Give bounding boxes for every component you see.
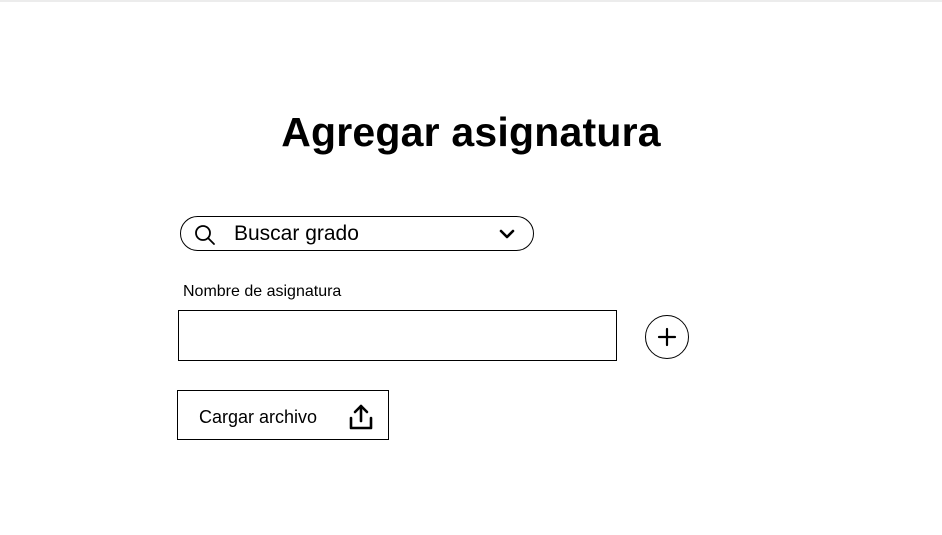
top-divider <box>0 0 942 2</box>
search-icon <box>195 225 215 245</box>
upload-file-label: Cargar archivo <box>199 407 318 427</box>
add-subject-button[interactable] <box>645 315 689 359</box>
chevron-down-icon[interactable] <box>499 227 515 241</box>
upload-file-button[interactable]: Cargar archivo <box>177 390 389 440</box>
grade-select-value: Buscar grado <box>234 222 359 245</box>
page-title: Agregar asignatura <box>281 109 661 155</box>
subject-name-input[interactable] <box>178 310 617 361</box>
upload-icon <box>349 404 373 430</box>
subject-name-label: Nombre de asignatura <box>183 283 342 300</box>
plus-icon <box>657 327 677 347</box>
grade-search-select[interactable]: Buscar grado <box>180 216 534 251</box>
